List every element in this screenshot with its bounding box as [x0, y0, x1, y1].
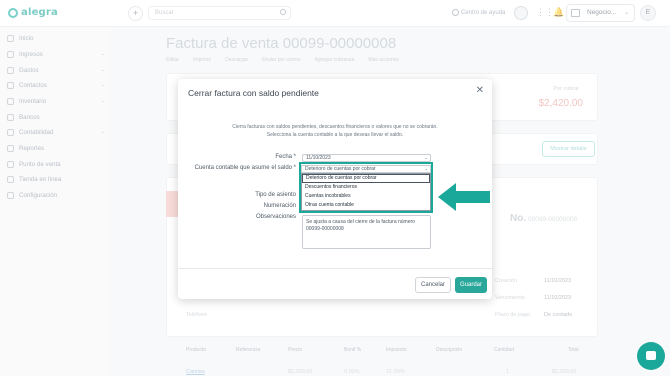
- chat-bubble-button[interactable]: [637, 342, 665, 370]
- chat-icon: [646, 351, 656, 360]
- modal-description-line-1: Cierra facturas con saldos pendientes, d…: [232, 124, 438, 130]
- tipo-asiento-label: Tipo de asiento: [255, 192, 296, 198]
- dropdown-option[interactable]: Deterioro de cuentas por cobrar: [302, 174, 430, 183]
- modal-description-line-2: Selecciona la cuenta contable a la que d…: [266, 132, 404, 138]
- chevron-down-icon: ⌄: [424, 166, 428, 171]
- close-icon[interactable]: ✕: [476, 85, 484, 96]
- fecha-value: 11/10/2023: [306, 155, 331, 161]
- numeracion-label: Numeración: [263, 203, 296, 209]
- dropdown-option[interactable]: Cuentas incobrables: [302, 192, 430, 201]
- dropdown-option[interactable]: Descuentos financieros: [302, 183, 430, 192]
- cuenta-contable-value: Deterioro de cuentas por cobrar: [305, 166, 376, 172]
- cuenta-contable-label: Cuenta contable que asume el saldo *: [194, 165, 296, 171]
- observaciones-label: Observaciones: [255, 214, 296, 220]
- modal-title: Cerrar factura con saldo pendiente: [188, 88, 319, 98]
- annotation-arrow-icon: [438, 183, 490, 211]
- observaciones-textarea[interactable]: Se ajusta a causa del cierre de la factu…: [302, 215, 431, 249]
- save-button[interactable]: Guardar: [455, 277, 487, 293]
- calendar-spinner-icon: ⌄: [424, 155, 428, 160]
- cuenta-contable-options: Deterioro de cuentas por cobrar Descuent…: [301, 173, 431, 211]
- modal-footer-divider: [178, 268, 492, 269]
- cancel-button[interactable]: Cancelar: [415, 277, 451, 293]
- fecha-field[interactable]: 11/10/2023 ⌄: [302, 154, 431, 162]
- dropdown-option[interactable]: Otras cuenta contable: [302, 201, 430, 210]
- cuenta-contable-select[interactable]: Deterioro de cuentas por cobrar ⌄: [301, 165, 431, 173]
- fecha-label: Fecha *: [275, 154, 296, 160]
